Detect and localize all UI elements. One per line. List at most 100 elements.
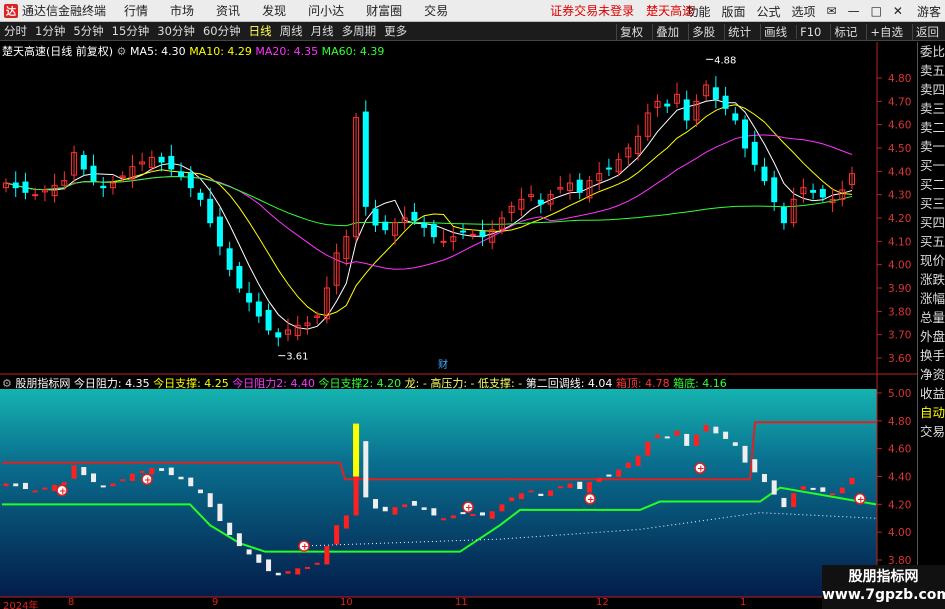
candle-body: [32, 194, 39, 197]
trade-button[interactable]: 交易: [918, 422, 945, 441]
btn-fanhui[interactable]: 返回: [912, 23, 942, 40]
indicator-bar: [178, 476, 184, 480]
ind-y-tick-label: 4.60: [888, 444, 911, 456]
menu-item-faxian[interactable]: 发现: [262, 2, 286, 19]
indicator-bar: [693, 434, 699, 446]
tab-multi[interactable]: 多周期: [342, 23, 377, 39]
btn-fuquan[interactable]: 复权: [616, 23, 646, 40]
signal-plus: +: [697, 465, 705, 475]
indicator-bar: [217, 503, 223, 522]
indicator-bar: [441, 518, 447, 521]
indicator-bar: [839, 487, 845, 494]
menu-item-shichang[interactable]: 市场: [170, 2, 194, 19]
tab-daily[interactable]: 日线: [249, 23, 272, 39]
candle-body: [421, 222, 428, 228]
candle-body: [22, 181, 29, 193]
indicator-bar: [256, 554, 262, 563]
candle-body: [576, 179, 583, 193]
ind-y-tick-label: 4.00: [888, 527, 911, 539]
menu-item-caifuquan[interactable]: 财富圈: [366, 2, 402, 19]
indicator-bar: [207, 493, 213, 508]
y-tick-label: 4.70: [888, 96, 911, 108]
btn-huaxian[interactable]: 画线: [760, 23, 790, 40]
watermark-line2: www.7gpzb.com: [822, 587, 945, 603]
indicator-bar: [761, 473, 767, 483]
tab-more[interactable]: 更多: [384, 23, 407, 39]
menu-banmian[interactable]: 版面: [721, 3, 745, 20]
btn-tongji[interactable]: 统计: [724, 23, 754, 40]
candle-body: [158, 156, 165, 163]
candle-body: [362, 111, 369, 207]
mail-icon[interactable]: ✉: [827, 4, 837, 18]
menu-item-hangqing[interactable]: 行情: [124, 2, 148, 19]
ind-item-8: 箱顶: 4.78: [615, 377, 670, 390]
watermark: 股朋指标网 www.7gpzb.com: [822, 565, 945, 609]
indicator-bar: [732, 442, 738, 446]
indicator-bar: [538, 493, 544, 496]
tab-60min[interactable]: 60分钟: [203, 23, 241, 39]
y-tick-label: 4.00: [888, 260, 911, 272]
quote-label: 换手: [920, 348, 945, 363]
menu-item-zixun[interactable]: 资讯: [216, 2, 240, 19]
trading-terminal: 达 通达信金融终端 行情 市场 资讯 发现 问小达 财富圈 交易 证券交易未登录…: [0, 0, 945, 609]
candle-body: [255, 301, 262, 317]
candle-body: [246, 293, 253, 303]
candle-body: [168, 155, 175, 170]
indicator-bar: [3, 483, 9, 487]
btn-f10[interactable]: F10: [796, 24, 824, 39]
menu-gongshi[interactable]: 公式: [756, 3, 780, 20]
main-legend: 楚天高速(日线 前复权) ⚙ MA5: 4.30 MA10: 4.29 MA20…: [2, 43, 384, 59]
y-tick-label: 3.70: [888, 330, 911, 342]
close-icon[interactable]: ✕: [893, 4, 903, 18]
indicator-spike: [353, 423, 360, 477]
menu-gongneng[interactable]: 功能: [686, 3, 710, 20]
menubar-right: 功能 版面 公式 选项 ✉ — □ ✕ 游客: [675, 0, 941, 22]
quote-label: 卖五: [920, 63, 945, 78]
login-alert[interactable]: 证券交易未登录: [550, 2, 634, 19]
indicator-settings-icon[interactable]: ⚙: [2, 377, 12, 390]
btn-zixuan[interactable]: +自选: [866, 23, 906, 40]
btn-duogu[interactable]: 多股: [688, 23, 718, 40]
tab-weekly[interactable]: 周线: [280, 23, 303, 39]
x-tick: 2024年: [3, 601, 39, 609]
x-axis: 2024年 8 9 10 11 12 1: [0, 597, 876, 609]
x-tick: 10: [340, 597, 353, 608]
indicator-bar: [830, 493, 836, 496]
tab-monthly[interactable]: 月线: [311, 23, 334, 39]
auto-trade-button[interactable]: 自动: [918, 403, 945, 422]
indicator-bar: [820, 487, 826, 492]
quote-label: 买一: [920, 158, 945, 173]
signal-plus: +: [59, 487, 67, 497]
menu-item-jiaoyi[interactable]: 交易: [424, 2, 448, 19]
menu-xuanxiang[interactable]: 选项: [792, 3, 816, 20]
watermark-line1: 股朋指标网: [848, 569, 919, 585]
quote-label: 卖一: [920, 139, 945, 154]
ma10-line: [5, 104, 853, 317]
indicator-bar: [22, 482, 28, 490]
indicator-bar: [528, 490, 534, 493]
quote-label: 买四: [920, 215, 945, 230]
app-name: 通达信金融终端: [22, 4, 107, 18]
signal-plus: +: [465, 504, 473, 514]
maximize-icon[interactable]: □: [871, 4, 882, 18]
signal-plus: +: [301, 543, 309, 553]
tab-15min[interactable]: 15分钟: [112, 23, 150, 39]
btn-biaoji[interactable]: 标记: [830, 23, 860, 40]
chart-svg[interactable]: 4.88 3.61 财 + + + + + + + 4.80 4.70 4.60 4.50 4.40 4.…: [0, 42, 945, 609]
minimize-icon[interactable]: —: [848, 4, 860, 18]
settings-icon[interactable]: ⚙: [117, 45, 127, 58]
indicator-bar: [655, 434, 661, 439]
tab-5min[interactable]: 5分钟: [73, 23, 103, 39]
tab-1min[interactable]: 1分钟: [35, 23, 65, 39]
tab-30min[interactable]: 30分钟: [157, 23, 195, 39]
candle-body: [712, 87, 719, 100]
menu-item-wenxiaoda[interactable]: 问小达: [308, 2, 344, 19]
stock-subtitle: (日线 前复权): [46, 45, 114, 58]
candle-body: [100, 185, 107, 189]
user-label[interactable]: 游客: [917, 3, 941, 20]
indicator-bar: [343, 515, 349, 529]
btn-diejia[interactable]: 叠加: [652, 23, 682, 40]
tab-fenshi[interactable]: 分时: [4, 23, 27, 39]
indicator-bar: [781, 497, 787, 508]
indicator-bar: [71, 465, 77, 479]
